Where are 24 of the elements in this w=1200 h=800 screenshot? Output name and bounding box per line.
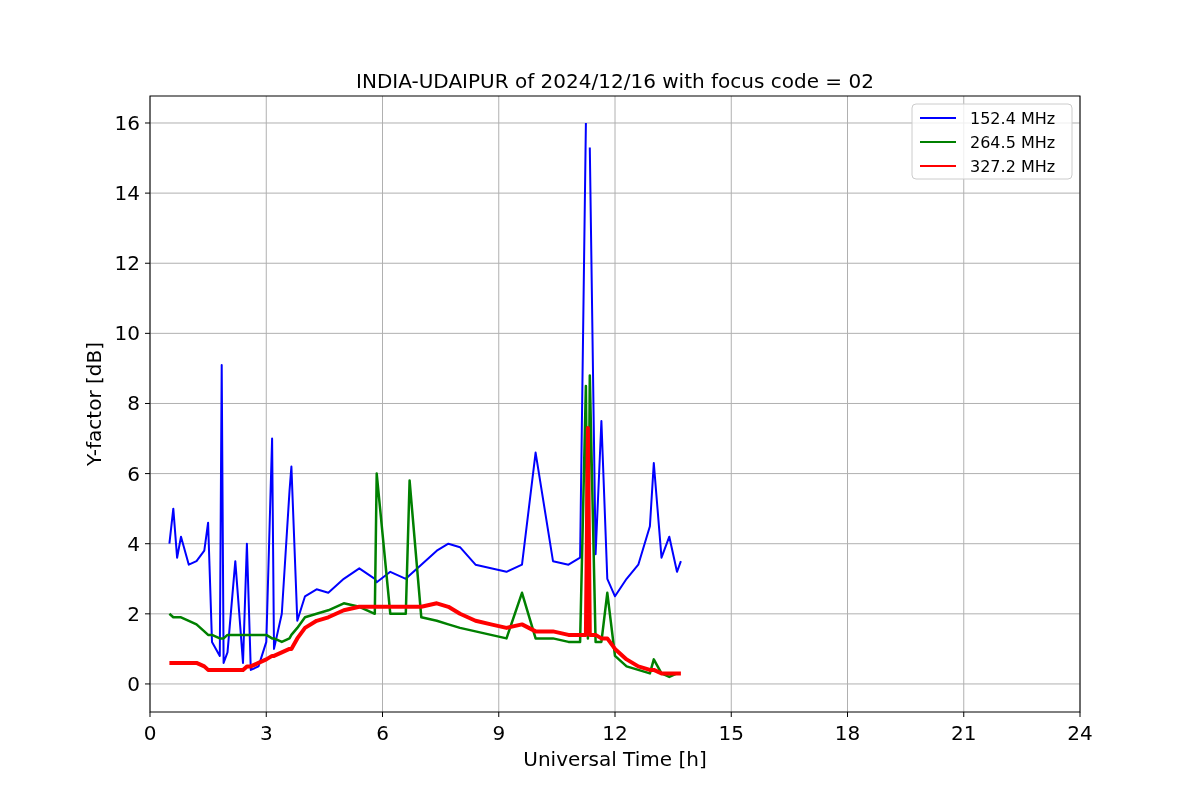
y-tick-label: 16 [114, 111, 140, 135]
x-tick-label: 9 [492, 721, 506, 745]
y-tick-label: 14 [114, 181, 140, 206]
y-axis-label: Y-factor [dB] [82, 342, 106, 466]
x-tick-label: 24 [1067, 721, 1093, 745]
x-tick-label: 15 [718, 721, 744, 745]
y-tick-label: 8 [127, 391, 140, 416]
legend-label: 152.4 MHz [970, 109, 1056, 128]
y-tick-label: 12 [114, 251, 140, 276]
y-tick-label: 2 [127, 601, 140, 626]
legend-label: 327.2 MHz [970, 157, 1056, 176]
x-tick-label: 21 [951, 721, 977, 745]
x-tick-label: 18 [834, 721, 861, 745]
y-tick-label: 4 [127, 531, 140, 556]
y-tick-label: 10 [114, 321, 140, 346]
y-tick-label: 0 [127, 671, 140, 696]
x-tick-label: 12 [602, 721, 628, 745]
chart-title: INDIA-UDAIPUR of 2024/12/16 with focus code = 02 [356, 69, 874, 93]
y-tick-label: 6 [127, 461, 140, 486]
x-tick-label: 6 [376, 721, 389, 745]
x-axis-label: Universal Time [h] [523, 747, 707, 771]
x-tick-label: 3 [259, 721, 273, 745]
x-tick-label: 0 [143, 721, 157, 745]
legend-label: 264.5 MHz [970, 133, 1056, 152]
